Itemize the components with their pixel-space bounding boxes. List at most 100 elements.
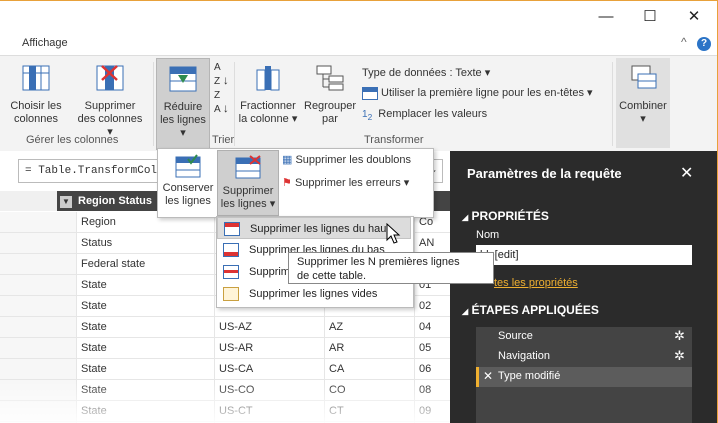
cell-region[interactable]: Status: [76, 233, 214, 254]
gear-icon[interactable]: ✲: [674, 348, 685, 364]
grid-fade: [0, 381, 450, 423]
tooltip-line-1: Supprimer les N premières lignes: [297, 256, 460, 268]
use-first-row-headers-button[interactable]: Utiliser la première ligne pour les en-t…: [362, 86, 593, 100]
step-label: Type modifié: [498, 370, 561, 382]
remove-blank-rows-icon: [223, 287, 239, 301]
split-column-icon: [256, 66, 280, 91]
step-source[interactable]: Source ✲: [476, 327, 692, 347]
help-icon[interactable]: ?: [697, 37, 711, 51]
row-header[interactable]: [0, 212, 76, 233]
cell-num[interactable]: 02: [414, 296, 450, 317]
remove-duplicates-icon: ▦: [282, 154, 293, 166]
close-window-button[interactable]: ✕: [680, 7, 708, 27]
choose-columns-icon: [22, 65, 50, 91]
delete-step-icon[interactable]: ✕: [483, 369, 493, 383]
cell-region[interactable]: State: [76, 338, 214, 359]
replace-values-button[interactable]: 12 Remplacer les valeurs: [362, 108, 487, 122]
choose-columns-button[interactable]: Choisir les colonnes: [6, 64, 66, 126]
replace-values-icon: 12: [362, 109, 373, 122]
reduce-rows-icon: [169, 66, 197, 92]
tooltip: Supprimer les N premières lignes de cett…: [288, 252, 494, 284]
row-header[interactable]: [0, 254, 76, 275]
remove-errors-button[interactable]: ⚑ Supprimer les erreurs ▾: [282, 176, 409, 189]
tooltip-line-2: de cette table.: [297, 270, 367, 282]
cell-region[interactable]: State: [76, 359, 214, 380]
sort-descending-button[interactable]: ZA ↓: [214, 90, 229, 116]
step-label: Navigation: [498, 350, 550, 362]
collapse-ribbon-icon[interactable]: ^: [681, 35, 687, 49]
step-navigation[interactable]: Navigation ✲: [476, 347, 692, 367]
all-properties-link[interactable]: tes les propriétés: [494, 277, 578, 289]
group-manage-columns-label: Gérer les colonnes: [26, 134, 119, 146]
choose-columns-label-2: colonnes: [13, 113, 59, 125]
remove-columns-label-1: Supprimer: [84, 100, 136, 112]
ribbon-tab-bar: Affichage ^ ?: [0, 33, 717, 55]
menu-item-label: Supprim: [249, 266, 290, 278]
ribbon-separator: [234, 62, 235, 146]
cell-region[interactable]: State: [76, 296, 214, 317]
ribbon: Choisir les colonnes Supprimer des colon…: [0, 55, 717, 153]
keep-rows-label-1: Conserver: [162, 182, 214, 194]
cell-code[interactable]: US-AR: [214, 338, 324, 359]
keep-rows-icon: [175, 154, 201, 178]
menu-item-remove-blank-rows[interactable]: Supprimer les lignes vides: [217, 283, 411, 305]
row-header[interactable]: [0, 233, 76, 254]
row-header[interactable]: [0, 275, 76, 296]
row-header[interactable]: [0, 359, 76, 380]
column-filter-button[interactable]: ▼: [57, 191, 76, 211]
remove-alternate-rows-icon: [223, 265, 239, 279]
gear-icon[interactable]: ✲: [674, 328, 685, 344]
group-by-icon: [316, 65, 344, 91]
minimize-button[interactable]: —: [592, 7, 620, 27]
split-column-button[interactable]: Fractionner la colonne ▾: [236, 64, 300, 126]
split-column-label-2: la colonne ▾: [238, 113, 298, 125]
cell-num[interactable]: 05: [414, 338, 450, 359]
cell-code[interactable]: US-CA: [214, 359, 324, 380]
properties-header[interactable]: ◢ PROPRIÉTÉS: [462, 209, 549, 223]
remove-columns-button[interactable]: Supprimer des colonnes ▾: [74, 64, 146, 139]
combine-label: Combiner ▾: [616, 100, 670, 126]
cell-abbr[interactable]: CA: [324, 359, 414, 380]
combine-button[interactable]: Combiner ▾: [616, 58, 670, 148]
menu-item-remove-top-rows[interactable]: Supprimer les lignes du haut: [217, 217, 411, 239]
reduce-rows-label-1: Réduire: [163, 101, 203, 113]
keep-rows-label-2: les lignes: [165, 195, 211, 207]
sort-az-icon: AZ ↓: [214, 62, 229, 87]
reduce-rows-button[interactable]: Réduire les lignes ▾: [156, 58, 210, 150]
cell-num[interactable]: AN: [414, 233, 450, 254]
ribbon-separator: [153, 62, 154, 146]
reduce-rows-menu: Conserver les lignes Supprimer les ligne…: [157, 148, 434, 218]
keep-rows-button[interactable]: Conserver les lignes: [160, 153, 216, 208]
cell-region[interactable]: State: [76, 275, 214, 296]
row-header[interactable]: [0, 338, 76, 359]
maximize-button[interactable]: ☐: [636, 7, 664, 27]
cell-region[interactable]: State: [76, 317, 214, 338]
remove-bottom-rows-icon: [223, 243, 239, 257]
applied-steps-header[interactable]: ◢ ÉTAPES APPLIQUÉES: [462, 303, 599, 317]
remove-duplicates-button[interactable]: ▦ Supprimer les doublons: [282, 153, 411, 166]
row-header[interactable]: [0, 296, 76, 317]
tab-affichage[interactable]: Affichage: [22, 37, 68, 49]
remove-top-rows-icon: [224, 222, 240, 236]
menu-item-label: Supprimer les lignes du haut: [250, 223, 390, 235]
cell-num[interactable]: 04: [414, 317, 450, 338]
group-by-button[interactable]: Regrouper par: [302, 64, 358, 126]
sort-ascending-button[interactable]: AZ ↓: [214, 62, 229, 88]
data-type-dropdown[interactable]: Type de données : Texte ▾: [362, 66, 490, 79]
remove-rows-button[interactable]: Supprimer les lignes ▾: [217, 150, 279, 216]
cell-region[interactable]: Federal state: [76, 254, 214, 275]
panel-close-icon[interactable]: ✕: [680, 163, 693, 183]
cell-abbr[interactable]: AR: [324, 338, 414, 359]
remove-rows-label-2: les lignes ▾: [220, 198, 276, 210]
remove-rows-label: Supprimer les lignes ▾: [218, 185, 278, 211]
cell-code[interactable]: US-AZ: [214, 317, 324, 338]
cell-abbr[interactable]: AZ: [324, 317, 414, 338]
row-header[interactable]: [0, 317, 76, 338]
reduce-rows-label: Réduire les lignes ▾: [157, 101, 209, 140]
split-column-label-1: Fractionner: [240, 100, 296, 112]
cell-num[interactable]: 06: [414, 359, 450, 380]
step-type-modified[interactable]: ✕ Type modifié: [476, 367, 692, 387]
formula-text: = Table.TransformCol: [25, 165, 158, 177]
query-name-input[interactable]: ble[edit]: [476, 245, 692, 265]
sort-za-icon: ZA ↓: [214, 90, 229, 115]
